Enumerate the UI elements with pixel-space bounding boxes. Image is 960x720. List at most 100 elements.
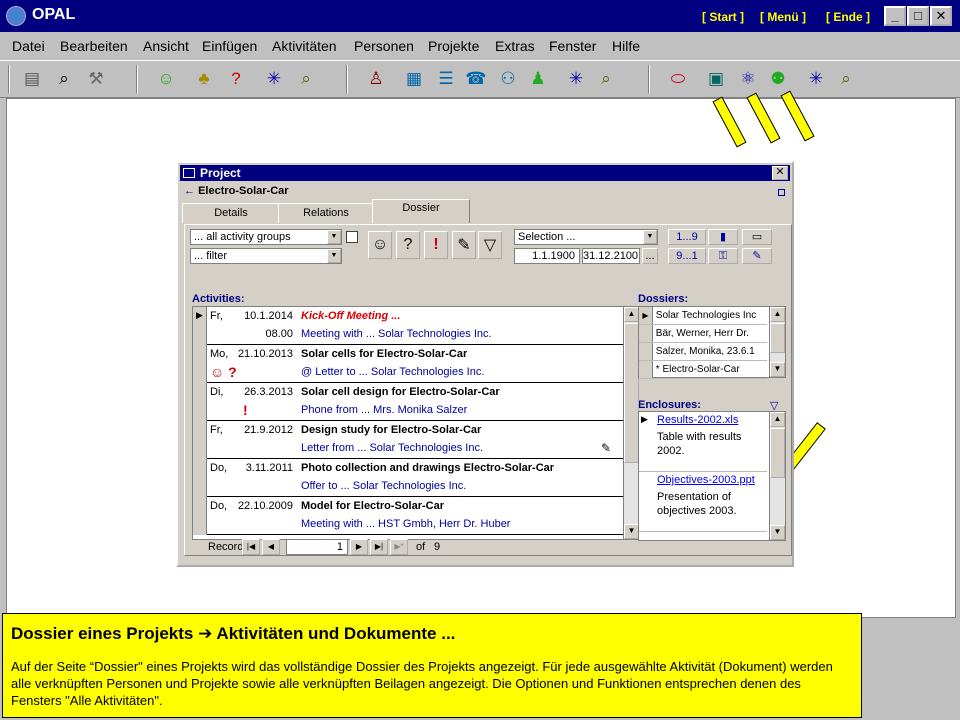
activity-row[interactable]: Do, 3.11.2011 Photo collection and drawi… bbox=[193, 459, 623, 497]
row-selector[interactable]: ▶ bbox=[641, 414, 648, 425]
scroll-up-icon[interactable]: ▲ bbox=[770, 307, 785, 322]
lock-icon[interactable]: ⚿ bbox=[708, 248, 738, 264]
edit-filter-button[interactable]: ✎ bbox=[452, 231, 476, 259]
persons-link-icon[interactable]: ⚇ bbox=[494, 65, 522, 93]
person-list-icon[interactable]: ☰ bbox=[432, 65, 460, 93]
scroll-thumb[interactable] bbox=[624, 323, 639, 463]
menu-personen[interactable]: Personen bbox=[354, 38, 414, 54]
row-selector[interactable] bbox=[193, 459, 207, 497]
person-search-icon[interactable]: ⌕ bbox=[292, 65, 320, 93]
restore-icon[interactable] bbox=[778, 189, 785, 196]
row-selector[interactable] bbox=[193, 345, 207, 383]
close-button[interactable]: ✕ bbox=[930, 6, 952, 26]
first-record-icon[interactable]: |◀ bbox=[242, 539, 260, 555]
smiley-icon[interactable]: ☺ bbox=[152, 65, 180, 93]
range-desc-button[interactable]: 9...1 bbox=[668, 248, 706, 264]
menu-link[interactable]: [ Menü ] bbox=[760, 10, 806, 24]
people-search-icon[interactable]: ⌕ bbox=[592, 65, 620, 93]
minimize-button[interactable]: _ bbox=[884, 6, 906, 26]
date-more-button[interactable]: ... bbox=[642, 248, 658, 264]
range-asc-button[interactable]: 1...9 bbox=[668, 229, 706, 245]
enclosure-row[interactable]: Objectives-2003.ppt Presentation of obje… bbox=[639, 472, 767, 532]
question-person-icon[interactable]: ? bbox=[222, 65, 250, 93]
tools-icon[interactable]: ⚒ bbox=[82, 65, 110, 93]
scroll-down-icon[interactable]: ▼ bbox=[624, 524, 639, 539]
dossier-row[interactable]: Bär, Werner, Herr Dr. bbox=[639, 325, 767, 343]
row-selector[interactable] bbox=[639, 361, 653, 378]
pen-icon[interactable]: ✎ bbox=[742, 248, 772, 264]
activity-row[interactable]: Fr, 21.9.2012 Design study for Electro-S… bbox=[193, 421, 623, 459]
scroll-down-icon[interactable]: ▼ bbox=[770, 525, 785, 540]
menu-einfuegen[interactable]: Einfügen bbox=[202, 38, 257, 54]
question-filter-button[interactable]: ? bbox=[396, 231, 420, 259]
funnel-filter-button[interactable]: ▽ bbox=[478, 231, 502, 259]
tab-dossier[interactable]: Dossier bbox=[372, 199, 470, 223]
activity-row[interactable]: Mo, 21.10.2013 ☺ ? Solar cells for Elect… bbox=[193, 345, 623, 383]
activities-scrollbar[interactable]: ▲ ▼ bbox=[623, 307, 639, 539]
new-people-icon[interactable]: ✳ bbox=[562, 65, 590, 93]
back-arrow-icon[interactable]: ← bbox=[184, 185, 195, 197]
last-record-icon[interactable]: ▶| bbox=[370, 539, 388, 555]
person-card-icon[interactable]: ▦ bbox=[400, 65, 428, 93]
people-icon[interactable]: ♙ bbox=[362, 65, 390, 93]
dossier-row[interactable]: Salzer, Monika, 23.6.1 bbox=[639, 343, 767, 361]
new-record-icon[interactable]: ▶* bbox=[390, 539, 408, 555]
tab-relations[interactable]: Relations bbox=[278, 203, 374, 223]
record-number-input[interactable]: 1 bbox=[286, 539, 348, 555]
group-checkbox[interactable] bbox=[346, 231, 358, 243]
enclosure-file-link[interactable]: Objectives-2003.ppt bbox=[657, 474, 755, 486]
project-card-icon[interactable]: ▣ bbox=[702, 65, 730, 93]
menu-fenster[interactable]: Fenster bbox=[549, 38, 596, 54]
dossier-row[interactable]: ▶ Solar Technologies Inc bbox=[639, 307, 767, 325]
activity-row[interactable]: ▶ Fr, 10.1.2014 08.00 Kick-Off Meeting .… bbox=[193, 307, 623, 345]
scroll-down-icon[interactable]: ▼ bbox=[770, 362, 785, 377]
phone-icon[interactable]: ☎ bbox=[462, 65, 490, 93]
next-record-icon[interactable]: ▶ bbox=[350, 539, 368, 555]
enclosure-file-link[interactable]: Results-2002.xls bbox=[657, 414, 738, 426]
dossier-row[interactable]: * Electro-Solar-Car bbox=[639, 361, 767, 379]
scroll-up-icon[interactable]: ▲ bbox=[624, 307, 639, 322]
date-from-input[interactable]: 1.1.1900 bbox=[514, 248, 580, 264]
enclosures-scrollbar[interactable]: ▲ ▼ bbox=[769, 412, 785, 540]
enclosure-row[interactable]: ▶ Results-2002.xls Table with results 20… bbox=[639, 412, 767, 472]
start-link[interactable]: [ Start ] bbox=[702, 10, 744, 24]
chevron-down-icon[interactable]: ▼ bbox=[327, 249, 341, 263]
menu-datei[interactable]: Datei bbox=[12, 38, 45, 54]
activity-row[interactable]: Do, 22.10.2009 Model for Electro-Solar-C… bbox=[193, 497, 623, 535]
chevron-down-icon[interactable]: ▼ bbox=[643, 230, 657, 244]
menu-extras[interactable]: Extras bbox=[495, 38, 535, 54]
scroll-thumb[interactable] bbox=[770, 323, 785, 353]
scroll-thumb[interactable] bbox=[770, 428, 785, 478]
activity-row[interactable]: Di, 26.3.2013 ! Solar cell design for El… bbox=[193, 383, 623, 421]
end-link[interactable]: [ Ende ] bbox=[826, 10, 870, 24]
persons-group-icon[interactable]: ♟ bbox=[524, 65, 552, 93]
row-selector[interactable] bbox=[193, 421, 207, 459]
tab-details[interactable]: Details bbox=[182, 203, 280, 223]
menu-aktivitaeten[interactable]: Aktivitäten bbox=[272, 38, 337, 54]
row-selector[interactable]: ▶ bbox=[639, 307, 653, 324]
project-group-icon[interactable]: ⚉ bbox=[764, 65, 792, 93]
project-close-button[interactable]: ✕ bbox=[772, 166, 788, 180]
previous-record-icon[interactable]: ◀ bbox=[262, 539, 280, 555]
pill-icon[interactable]: ⬭ bbox=[664, 65, 692, 93]
maximize-button[interactable]: □ bbox=[907, 6, 929, 26]
row-selector[interactable] bbox=[639, 325, 653, 342]
menu-bearbeiten[interactable]: Bearbeiten bbox=[60, 38, 128, 54]
activity-group-select[interactable]: ... all activity groups ▼ bbox=[190, 229, 342, 245]
scroll-up-icon[interactable]: ▲ bbox=[770, 412, 785, 427]
selection-select[interactable]: Selection ... ▼ bbox=[514, 229, 658, 245]
menu-hilfe[interactable]: Hilfe bbox=[612, 38, 640, 54]
card-icon[interactable]: ▭ bbox=[742, 229, 772, 245]
dossiers-scrollbar[interactable]: ▲ ▼ bbox=[769, 307, 785, 377]
project-search-icon[interactable]: ⌕ bbox=[832, 65, 860, 93]
row-selector[interactable]: ▶ bbox=[193, 307, 207, 345]
filter-select[interactable]: ... filter ▼ bbox=[190, 248, 342, 264]
book-icon[interactable]: ▮ bbox=[708, 229, 738, 245]
new-person-icon[interactable]: ✳ bbox=[260, 65, 288, 93]
row-selector[interactable] bbox=[193, 497, 207, 535]
date-to-input[interactable]: 31.12.2100 bbox=[582, 248, 640, 264]
new-project-icon[interactable]: ✳ bbox=[802, 65, 830, 93]
menu-projekte[interactable]: Projekte bbox=[428, 38, 479, 54]
binoculars-icon[interactable]: ⌕ bbox=[50, 65, 78, 93]
group-icon[interactable]: ♣ bbox=[190, 65, 218, 93]
